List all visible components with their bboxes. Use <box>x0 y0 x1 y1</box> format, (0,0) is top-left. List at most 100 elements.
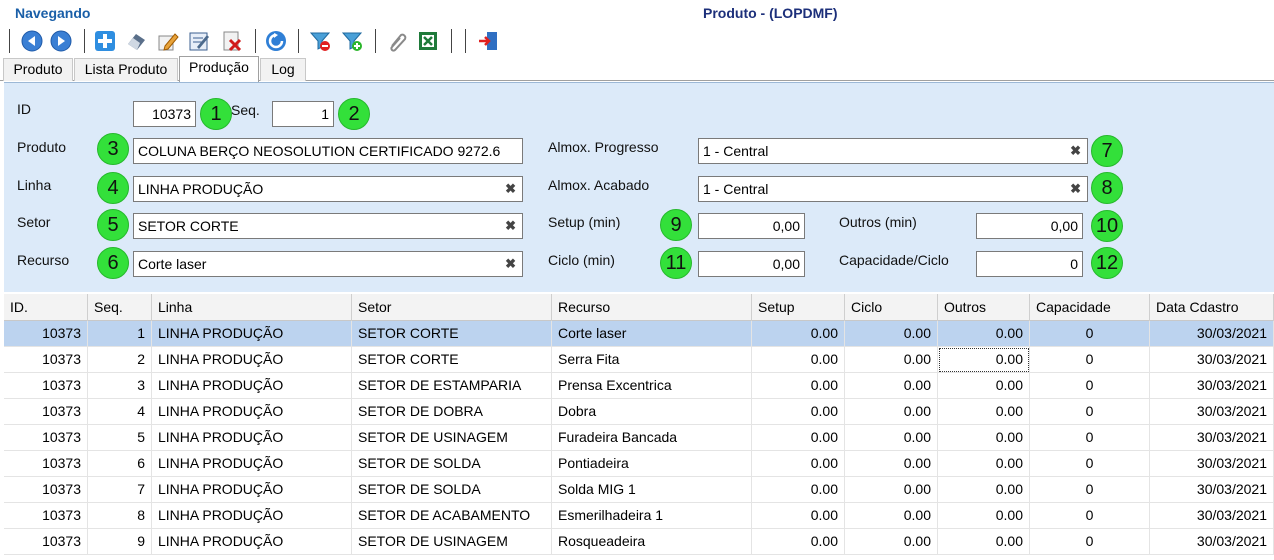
cell-outros[interactable]: 0.00 <box>938 399 1030 425</box>
cell-linha[interactable]: LINHA PRODUÇÃO <box>152 477 352 503</box>
delete-button[interactable] <box>219 28 245 54</box>
edit-button[interactable] <box>155 28 181 54</box>
cell-capacidade[interactable]: 0 <box>1030 373 1150 399</box>
exit-button[interactable] <box>475 28 501 54</box>
refresh-button[interactable] <box>263 28 289 54</box>
column-header-setor[interactable]: Setor <box>352 294 552 321</box>
table-row[interactable]: 10373 9 LINHA PRODUÇÃO SETOR DE USINAGEM Ros… <box>4 529 1274 555</box>
table-row[interactable]: 10373 3 LINHA PRODUÇÃO SETOR DE ESTAMPARIA P… <box>4 373 1274 399</box>
cell-recurso[interactable]: Corte laser <box>552 321 752 347</box>
cell-capacidade[interactable]: 0 <box>1030 529 1150 555</box>
cell-id[interactable]: 10373 <box>4 347 88 373</box>
cell-recurso[interactable]: Prensa Excentrica <box>552 373 752 399</box>
cell-seq[interactable]: 4 <box>88 399 152 425</box>
cell-linha[interactable]: LINHA PRODUÇÃO <box>152 347 352 373</box>
cell-recurso[interactable]: Pontiadeira <box>552 451 752 477</box>
cell-capacidade[interactable]: 0 <box>1030 503 1150 529</box>
cell-data-cadastro[interactable]: 30/03/2021 <box>1150 347 1274 373</box>
cell-id[interactable]: 10373 <box>4 321 88 347</box>
column-header-id[interactable]: ID. <box>4 294 88 321</box>
tab-produto[interactable]: Produto <box>3 58 73 81</box>
cell-capacidade[interactable]: 0 <box>1030 425 1150 451</box>
cell-seq[interactable]: 9 <box>88 529 152 555</box>
cell-outros[interactable]: 0.00 <box>938 451 1030 477</box>
cell-setor[interactable]: SETOR CORTE <box>352 321 552 347</box>
linha-select[interactable]: LINHA PRODUÇÃO ✖ <box>133 176 523 202</box>
column-header-linha[interactable]: Linha <box>152 294 352 321</box>
remove-filter-button[interactable] <box>307 28 333 54</box>
column-header-data-cadastro[interactable]: Data Cdastro <box>1150 294 1274 321</box>
cell-id[interactable]: 10373 <box>4 425 88 451</box>
cell-recurso[interactable]: Esmerilhadeira 1 <box>552 503 752 529</box>
id-field[interactable]: 10373 <box>133 101 196 127</box>
table-row[interactable]: 10373 1 LINHA PRODUÇÃO SETOR CORTE Corte las… <box>4 321 1274 347</box>
tab-lista-produto[interactable]: Lista Produto <box>74 58 178 81</box>
cell-data-cadastro[interactable]: 30/03/2021 <box>1150 321 1274 347</box>
column-header-seq[interactable]: Seq. <box>88 294 152 321</box>
cell-outros[interactable]: 0.00 <box>938 425 1030 451</box>
cell-ciclo[interactable]: 0.00 <box>845 399 938 425</box>
almox-progresso-select[interactable]: 1 - Central ✖ <box>698 138 1088 164</box>
cell-seq[interactable]: 6 <box>88 451 152 477</box>
cell-ciclo[interactable]: 0.00 <box>845 347 938 373</box>
table-row[interactable]: 10373 8 LINHA PRODUÇÃO SETOR DE ACABAMENTO E… <box>4 503 1274 529</box>
cell-outros[interactable]: 0.00 <box>938 503 1030 529</box>
cell-setor[interactable]: SETOR DE ACABAMENTO <box>352 503 552 529</box>
cell-ciclo[interactable]: 0.00 <box>845 503 938 529</box>
export-excel-button[interactable] <box>415 28 441 54</box>
cell-capacidade[interactable]: 0 <box>1030 399 1150 425</box>
cell-id[interactable]: 10373 <box>4 399 88 425</box>
clear-icon[interactable]: ✖ <box>505 252 516 276</box>
table-row[interactable]: 10373 2 LINHA PRODUÇÃO SETOR CORTE Serra Fit… <box>4 347 1274 373</box>
cell-setup[interactable]: 0.00 <box>752 451 845 477</box>
cell-linha[interactable]: LINHA PRODUÇÃO <box>152 321 352 347</box>
setor-select[interactable]: SETOR CORTE ✖ <box>133 213 523 239</box>
cell-setor[interactable]: SETOR DE ESTAMPARIA <box>352 373 552 399</box>
cell-ciclo[interactable]: 0.00 <box>845 425 938 451</box>
cell-id[interactable]: 10373 <box>4 451 88 477</box>
cell-linha[interactable]: LINHA PRODUÇÃO <box>152 503 352 529</box>
cell-id[interactable]: 10373 <box>4 529 88 555</box>
cell-setor[interactable]: SETOR DE SOLDA <box>352 477 552 503</box>
cell-capacidade[interactable]: 0 <box>1030 347 1150 373</box>
column-header-outros[interactable]: Outros <box>938 294 1030 321</box>
previous-button[interactable] <box>19 28 45 54</box>
cell-recurso[interactable]: Rosqueadeira <box>552 529 752 555</box>
seq-field[interactable]: 1 <box>272 101 334 127</box>
next-button[interactable] <box>48 28 74 54</box>
cell-data-cadastro[interactable]: 30/03/2021 <box>1150 425 1274 451</box>
cell-setor[interactable]: SETOR DE DOBRA <box>352 399 552 425</box>
cell-setup[interactable]: 0.00 <box>752 347 845 373</box>
table-row[interactable]: 10373 6 LINHA PRODUÇÃO SETOR DE SOLDA Pontia… <box>4 451 1274 477</box>
cell-data-cadastro[interactable]: 30/03/2021 <box>1150 399 1274 425</box>
cell-outros[interactable]: 0.00 <box>938 477 1030 503</box>
cell-id[interactable]: 10373 <box>4 503 88 529</box>
tab-producao[interactable]: Produção <box>179 56 259 82</box>
cell-seq[interactable]: 8 <box>88 503 152 529</box>
cell-setor[interactable]: SETOR DE USINAGEM <box>352 529 552 555</box>
recurso-select[interactable]: Corte laser ✖ <box>133 251 523 277</box>
cell-id[interactable]: 10373 <box>4 477 88 503</box>
cell-recurso[interactable]: Dobra <box>552 399 752 425</box>
clear-icon[interactable]: ✖ <box>1070 177 1081 201</box>
produto-field[interactable]: COLUNA BERÇO NEOSOLUTION CERTIFICADO 927… <box>133 138 523 164</box>
cell-seq[interactable]: 1 <box>88 321 152 347</box>
cell-recurso[interactable]: Furadeira Bancada <box>552 425 752 451</box>
clear-icon[interactable]: ✖ <box>505 214 516 238</box>
cell-recurso[interactable]: Solda MIG 1 <box>552 477 752 503</box>
setup-field[interactable]: 0,00 <box>698 213 805 239</box>
cell-ciclo[interactable]: 0.00 <box>845 451 938 477</box>
cell-setup[interactable]: 0.00 <box>752 529 845 555</box>
outros-field[interactable]: 0,00 <box>976 213 1083 239</box>
almox-acabado-select[interactable]: 1 - Central ✖ <box>698 176 1088 202</box>
add-filter-button[interactable] <box>339 28 365 54</box>
clear-icon[interactable]: ✖ <box>1070 139 1081 163</box>
cell-data-cadastro[interactable]: 30/03/2021 <box>1150 373 1274 399</box>
cell-data-cadastro[interactable]: 30/03/2021 <box>1150 451 1274 477</box>
column-header-capacidade[interactable]: Capacidade <box>1030 294 1150 321</box>
capacidade-field[interactable]: 0 <box>976 251 1083 277</box>
cell-recurso[interactable]: Serra Fita <box>552 347 752 373</box>
cell-data-cadastro[interactable]: 30/03/2021 <box>1150 529 1274 555</box>
cell-setup[interactable]: 0.00 <box>752 399 845 425</box>
clear-icon[interactable]: ✖ <box>505 177 516 201</box>
